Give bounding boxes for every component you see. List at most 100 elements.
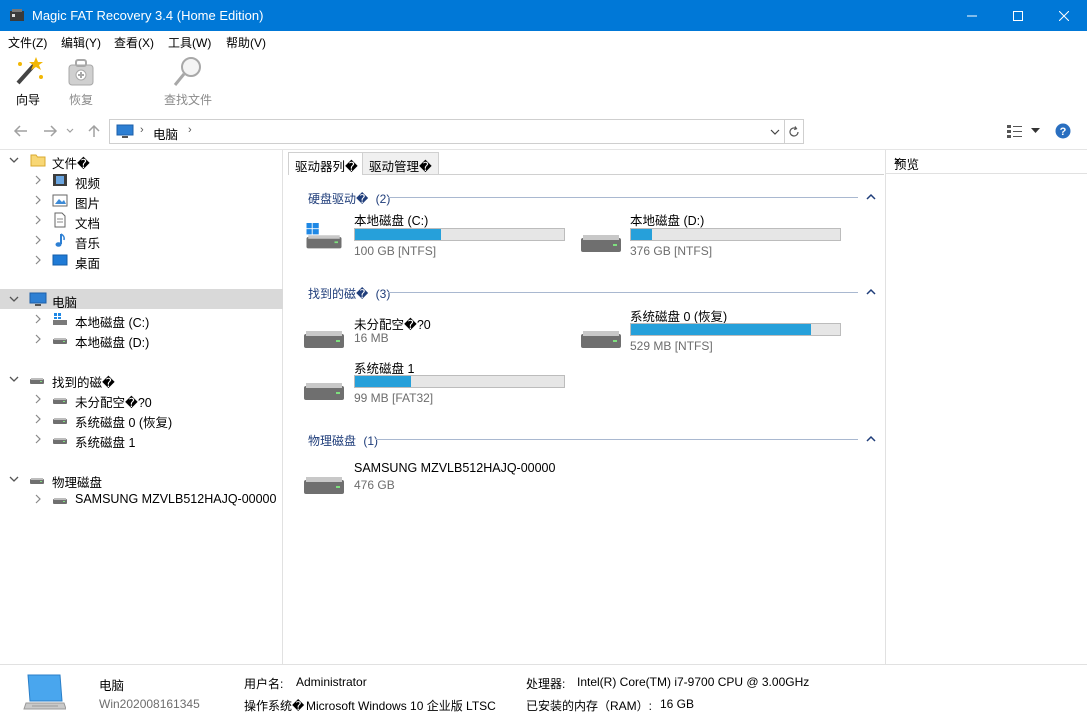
expanded-chevron-icon[interactable]	[8, 373, 20, 385]
tab-underline	[362, 174, 884, 175]
group-count: (2)	[375, 192, 391, 206]
hard-drive-icon	[53, 398, 67, 404]
maximize-icon	[1013, 10, 1023, 21]
breadcrumb-separator-icon: ›	[140, 124, 144, 136]
menu-tools[interactable]: 工具(W)	[168, 34, 211, 51]
usage-bar-fill	[355, 376, 411, 387]
expanded-chevron-icon[interactable]	[8, 154, 20, 166]
history-dropdown-icon[interactable]	[66, 123, 74, 139]
expanded-chevron-icon[interactable]	[8, 293, 20, 305]
usage-bar-fill	[631, 229, 652, 240]
magic-wand-icon	[16, 57, 43, 85]
wizard-label: 向导	[15, 93, 40, 107]
tree-node-documents[interactable]: 文档	[0, 210, 283, 231]
details-os-value: Microsoft Windows 10 企业版 LTSC	[306, 699, 496, 713]
tree-node-computer[interactable]: 电脑	[0, 289, 283, 310]
collapsed-chevron-icon[interactable]	[32, 393, 44, 405]
group-title: 找到的磁�	[308, 287, 369, 301]
tab-drive-manager[interactable]: 驱动管理�	[362, 152, 439, 174]
help-icon[interactable]: ?	[1055, 123, 1071, 139]
windows-drive-icon	[53, 313, 67, 325]
collapsed-chevron-icon[interactable]	[32, 194, 44, 206]
view-mode-dropdown-icon[interactable]	[1031, 128, 1040, 134]
group-header-physical-disks: 物理磁盘 (1)	[308, 432, 378, 449]
usage-bar	[630, 228, 841, 241]
collapse-icon[interactable]	[866, 288, 876, 296]
collapse-icon[interactable]	[866, 435, 876, 443]
address-row: › 电脑 › ?	[0, 115, 1087, 149]
address-bar[interactable]: › 电脑 ›	[109, 119, 785, 144]
details-ram-value: 16 GB	[660, 697, 695, 711]
recover-bag-icon	[68, 59, 94, 86]
collapsed-chevron-icon[interactable]	[32, 254, 44, 266]
view-mode-icon[interactable]	[1006, 124, 1024, 139]
close-button[interactable]	[1041, 0, 1087, 31]
collapsed-chevron-icon[interactable]	[32, 234, 44, 246]
collapsed-chevron-icon[interactable]	[32, 214, 44, 226]
tree-node-system-disk-1[interactable]: 系统磁盘 1	[0, 429, 283, 450]
hard-drive-icon	[581, 331, 621, 348]
tree-node-files[interactable]: 文件�	[0, 150, 283, 171]
tree-node-videos[interactable]: 视频	[0, 170, 283, 191]
recover-button[interactable]: 恢复	[61, 55, 101, 111]
tree-node-unallocated[interactable]: 未分配空�?0	[0, 389, 283, 410]
breadcrumb-computer[interactable]: 电脑	[153, 124, 178, 143]
preview-close-icon[interactable]: ×	[894, 154, 901, 168]
expanded-chevron-icon[interactable]	[8, 473, 20, 485]
details-cpu-label: 处理器:	[526, 677, 566, 691]
collapsed-chevron-icon[interactable]	[32, 493, 44, 505]
breadcrumb-chevron-icon[interactable]: ›	[188, 124, 192, 136]
back-arrow-icon[interactable]	[13, 123, 29, 139]
preview-header: 预览 ×	[886, 150, 1087, 174]
tree-node-drive-d[interactable]: 本地磁盘 (D:)	[0, 329, 283, 350]
tree-node-found-disks[interactable]: 找到的磁�	[0, 369, 283, 390]
hard-drive-icon	[30, 378, 44, 384]
drive-info: 476 GB	[354, 478, 395, 492]
hard-drive-icon	[53, 418, 67, 424]
details-panel: 电脑 Win202008161345 用户名: Administrator 操作…	[0, 664, 1087, 722]
picture-icon	[52, 194, 68, 207]
tree-node-pictures[interactable]: 图片	[0, 190, 283, 211]
details-user-label: 用户名:	[244, 677, 284, 691]
collapsed-chevron-icon[interactable]	[32, 413, 44, 425]
find-files-button[interactable]: 查找文件	[158, 55, 218, 111]
forward-arrow-icon[interactable]	[42, 123, 58, 139]
hard-drive-icon	[304, 477, 344, 494]
hard-drive-icon	[30, 478, 44, 484]
collapsed-chevron-icon[interactable]	[32, 313, 44, 325]
app-icon	[10, 9, 24, 21]
collapsed-chevron-icon[interactable]	[32, 174, 44, 186]
address-dropdown-icon[interactable]	[770, 128, 780, 136]
group-title: 物理磁盘	[308, 434, 357, 448]
tree-node-system-disk-0[interactable]: 系统磁盘 0 (恢复)	[0, 409, 283, 430]
group-title: 硬盘驱动�	[308, 192, 369, 206]
menu-file[interactable]: 文件(Z)	[8, 34, 47, 51]
toolbar: 向导 恢复 查找文件	[0, 51, 1087, 115]
maximize-button[interactable]	[995, 0, 1041, 31]
close-icon	[1059, 10, 1069, 21]
collapsed-chevron-icon[interactable]	[32, 433, 44, 445]
menu-view[interactable]: 查看(X)	[114, 34, 154, 51]
minimize-button[interactable]	[949, 0, 995, 31]
usage-bar	[354, 375, 565, 388]
video-icon	[53, 174, 67, 186]
refresh-icon	[789, 126, 799, 137]
refresh-button[interactable]	[784, 119, 804, 144]
collapsed-chevron-icon[interactable]	[32, 333, 44, 345]
tree-node-samsung[interactable]: SAMSUNG MZVLB512HAJQ-00000	[0, 489, 283, 509]
menu-edit[interactable]: 编辑(Y)	[61, 34, 101, 51]
tree-node-desktop[interactable]: 桌面	[0, 250, 283, 271]
svg-text:?: ?	[1060, 126, 1067, 138]
menu-help[interactable]: 帮助(V)	[226, 34, 266, 51]
group-count: (1)	[363, 434, 379, 448]
wizard-button[interactable]: 向导	[8, 55, 48, 111]
details-user-value: Administrator	[296, 675, 367, 689]
navigation-tree: 文件� 视频 图片 文档 音乐 桌面 电脑 本地磁盘 (C:) 本地磁盘 (D:…	[0, 150, 283, 664]
up-arrow-icon[interactable]	[86, 123, 102, 139]
tab-drive-list[interactable]: 驱动器列�	[288, 152, 365, 175]
collapse-icon[interactable]	[866, 193, 876, 201]
group-divider	[376, 439, 858, 440]
tree-node-music[interactable]: 音乐	[0, 230, 283, 251]
tree-node-drive-c[interactable]: 本地磁盘 (C:)	[0, 309, 283, 330]
tree-node-physical-disks[interactable]: 物理磁盘	[0, 469, 283, 490]
